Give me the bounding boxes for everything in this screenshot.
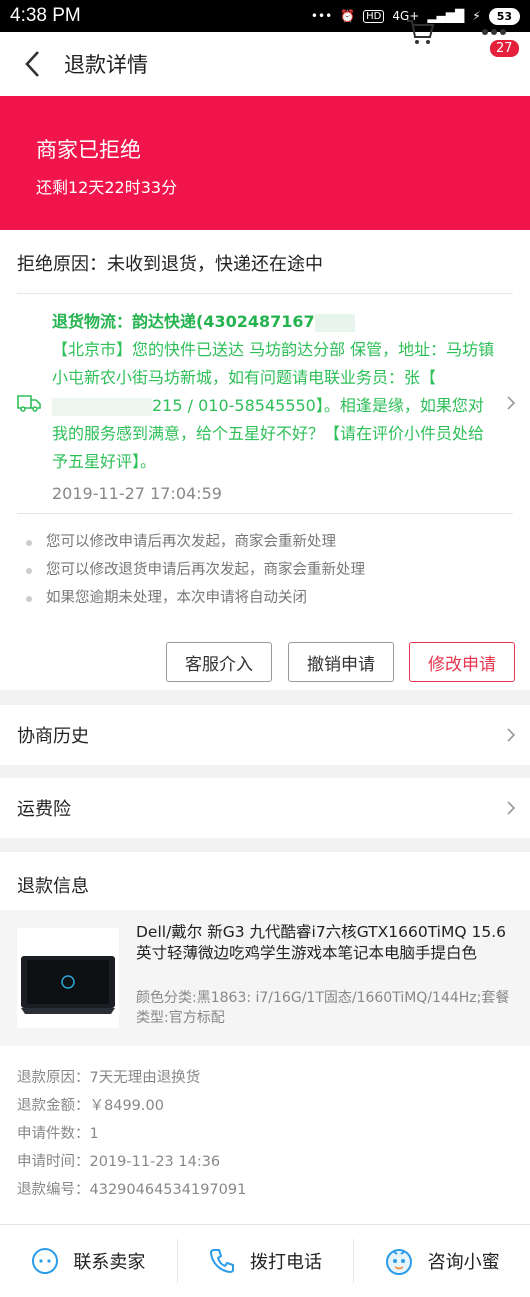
nav-bar: 退款详情 bbox=[0, 32, 530, 96]
refund-number: 退款编号：43290464534197091 bbox=[17, 1182, 247, 1198]
clock: 4:38 PM bbox=[10, 5, 81, 26]
back-button[interactable] bbox=[0, 32, 64, 96]
phone-icon bbox=[209, 1249, 234, 1274]
ask-assistant-label: 咨询小蜜 bbox=[427, 1252, 500, 1273]
reject-card: 拒绝原因：未收到退货，快递还在途中 退货物流：韵达快递(4302487167 【… bbox=[0, 230, 530, 690]
ask-assistant-button[interactable]: 咨询小蜜 bbox=[353, 1225, 530, 1297]
call-button[interactable]: 拨打电话 bbox=[176, 1225, 354, 1297]
status-bar: 4:38 PM ••• ⏰ HD 4G+ ▂▄▆█ ⚡ 53 bbox=[0, 0, 530, 32]
divider bbox=[17, 293, 513, 294]
refund-amount: 退款金额：￥8499.00 bbox=[17, 1098, 164, 1114]
chevron-right-icon bbox=[507, 801, 516, 815]
tips-list: 您可以修改申请后再次发起，商家会重新处理 您可以修改退货申请后再次发起，商家会重… bbox=[26, 528, 365, 612]
refund-time: 申请时间：2019-11-23 14:36 bbox=[17, 1154, 221, 1170]
contact-seller-label: 联系卖家 bbox=[73, 1252, 146, 1273]
section-title: 退款信息 bbox=[17, 876, 89, 897]
status-banner: 商家已拒绝 还剩12天22时33分 bbox=[0, 96, 530, 230]
hd-icon: HD bbox=[363, 9, 385, 23]
logistics-detail: 【北京市】您的快件已送达 马坊韵达分部 保管，地址：马坊镇小屯新农小街马坊新城，… bbox=[52, 340, 495, 471]
reject-reason: 拒绝原因：未收到退货，快递还在途中 bbox=[17, 254, 323, 275]
logistics-title: 退货物流：韵达快递(4302487167 bbox=[52, 312, 315, 331]
assistant-mascot-icon bbox=[385, 1249, 412, 1275]
chevron-right-icon bbox=[507, 728, 516, 742]
divider bbox=[17, 513, 513, 514]
refund-status: 商家已拒绝 bbox=[36, 138, 141, 162]
row-label: 协商历史 bbox=[17, 726, 89, 747]
chevron-left-icon bbox=[25, 51, 39, 77]
cart-button[interactable] bbox=[398, 12, 442, 52]
negotiation-history-row[interactable]: 协商历史 bbox=[0, 705, 530, 765]
message-badge: 27 bbox=[488, 38, 521, 59]
refund-reason: 退款原因：7天无理由退换货 bbox=[17, 1070, 201, 1086]
refund-info-card: 退款信息 Dell/戴尔 新G3 九代酷睿i7六核GTX1660TiMQ 15.… bbox=[0, 852, 530, 1224]
product-name: Dell/戴尔 新G3 九代酷睿i7六核GTX1660TiMQ 15.6英寸轻薄… bbox=[136, 923, 507, 962]
truck-icon bbox=[17, 395, 41, 412]
logistics-info[interactable]: 退货物流：韵达快递(4302487167 【北京市】您的快件已送达 马坊韵达分部… bbox=[52, 308, 498, 508]
logistics-time: 2019-11-27 17:04:59 bbox=[52, 484, 222, 503]
page-title: 退款详情 bbox=[64, 53, 148, 77]
masked-text bbox=[314, 313, 355, 332]
product-spec: 颜色分类:黑1863: i7/16G/1T固态/1660TiMQ/144Hz;套… bbox=[136, 990, 510, 1026]
chat-bubble-icon bbox=[32, 1248, 59, 1274]
product-item[interactable]: Dell/戴尔 新G3 九代酷睿i7六核GTX1660TiMQ 15.6英寸轻薄… bbox=[0, 910, 530, 1046]
call-label: 拨打电话 bbox=[250, 1252, 322, 1273]
more-notifications-icon: ••• bbox=[310, 9, 333, 23]
modify-request-button[interactable]: 修改申请 bbox=[409, 642, 515, 682]
tip-item: 如果您逾期未处理，本次申请将自动关闭 bbox=[26, 584, 365, 612]
refund-quantity: 申请件数：1 bbox=[17, 1126, 99, 1142]
laptop-image bbox=[21, 956, 115, 1014]
tip-item: 您可以修改退货申请后再次发起，商家会重新处理 bbox=[26, 556, 365, 584]
product-thumbnail bbox=[17, 928, 119, 1028]
cart-icon bbox=[407, 20, 435, 44]
more-icon bbox=[482, 29, 506, 35]
countdown: 还剩12天22时33分 bbox=[36, 178, 178, 197]
masked-text bbox=[52, 397, 152, 416]
cancel-request-button[interactable]: 撤销申请 bbox=[288, 642, 394, 682]
shipping-insurance-row[interactable]: 运费险 bbox=[0, 778, 530, 838]
customer-service-button[interactable]: 客服介入 bbox=[166, 642, 272, 682]
bottom-action-bar: 联系卖家 拨打电话 咨询小蜜 bbox=[0, 1224, 530, 1297]
alarm-icon: ⏰ bbox=[340, 9, 356, 23]
chevron-right-icon bbox=[507, 396, 516, 410]
tip-item: 您可以修改申请后再次发起，商家会重新处理 bbox=[26, 528, 365, 556]
contact-seller-button[interactable]: 联系卖家 bbox=[0, 1225, 177, 1297]
row-label: 运费险 bbox=[17, 799, 71, 820]
refund-details: 退款原因：7天无理由退换货 退款金额：￥8499.00 申请件数：1 申请时间：… bbox=[17, 1064, 246, 1204]
